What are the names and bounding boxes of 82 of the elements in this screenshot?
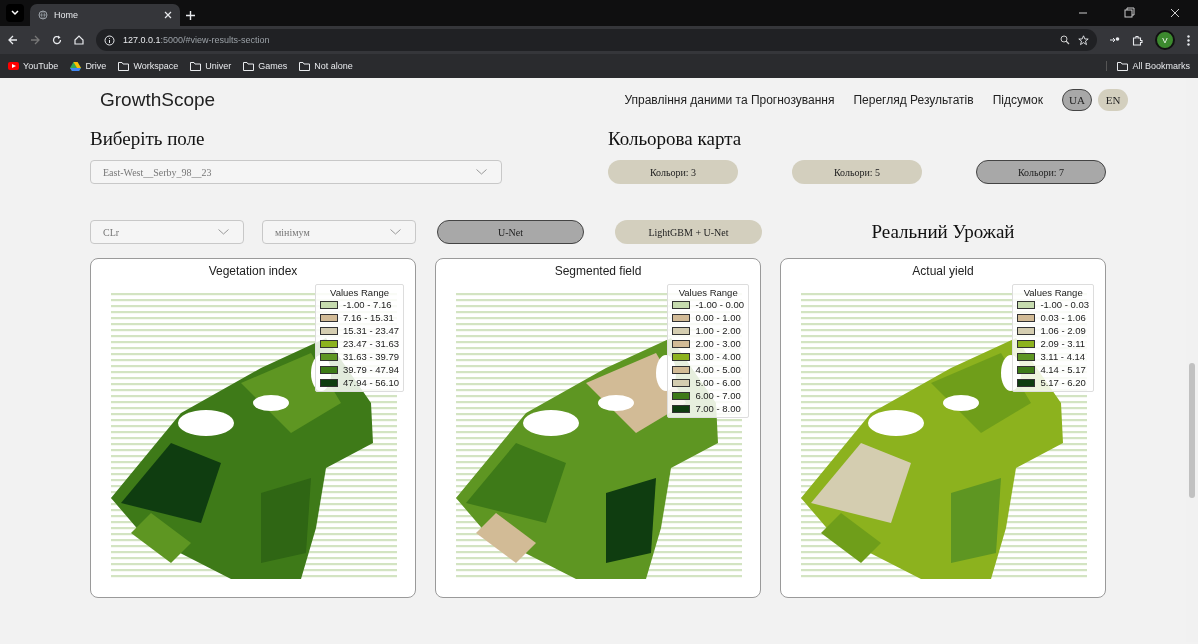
globe-icon — [38, 10, 48, 20]
back-arrow-icon[interactable] — [8, 35, 18, 45]
nav-link[interactable]: Перегляд Результатів — [853, 93, 974, 107]
legend-label: 1.06 - 2.09 — [1040, 324, 1086, 337]
info-icon — [104, 34, 115, 46]
index-dropdown[interactable]: CLr — [90, 220, 244, 244]
section-heading: Реальний Урожай — [870, 221, 1016, 243]
puzzle-icon[interactable] — [1132, 34, 1143, 46]
legend-label: -1.00 - 0.00 — [695, 298, 744, 311]
bookmark-link[interactable]: Not alone — [299, 61, 353, 71]
model-button[interactable]: U-Net — [437, 220, 584, 244]
folder-icon — [1117, 61, 1129, 71]
tab-search-button[interactable] — [6, 4, 24, 22]
brand-name: GrowthScope — [100, 89, 216, 111]
legend-label: 7.00 - 8.00 — [695, 402, 741, 415]
legend-label: 7.16 - 15.31 — [343, 311, 394, 324]
legend-label: 1.00 - 2.00 — [695, 324, 741, 337]
language-button[interactable]: UA — [1062, 89, 1092, 111]
legend-title: Values Range — [1022, 287, 1084, 298]
nav-link[interactable]: Підсумок — [992, 93, 1043, 107]
section-heading: Виберіть поле — [90, 128, 206, 150]
url-text: 127.0.0.1:5000/#view-results-section — [123, 35, 270, 45]
section-heading: Кольорова карта — [608, 128, 743, 150]
legend-label: 3.00 - 4.00 — [695, 350, 741, 363]
star-icon[interactable] — [1078, 34, 1089, 46]
folder-icon — [118, 61, 130, 71]
chevron-down-icon — [218, 229, 229, 235]
bookmark-link[interactable]: Games — [243, 61, 288, 71]
legend-label: 2.00 - 3.00 — [695, 337, 741, 350]
color-count-button[interactable]: Кольори: 5 — [792, 160, 922, 184]
all-bookmarks-link[interactable]: All Bookmarks — [1106, 61, 1190, 71]
legend-label: 5.00 - 6.00 — [695, 376, 741, 389]
new-tab-icon[interactable] — [186, 11, 195, 20]
legend-label: 4.00 - 5.00 — [695, 363, 741, 376]
folder-icon — [243, 61, 255, 71]
legend-title: Values Range — [329, 287, 390, 298]
zoom-icon[interactable] — [1060, 35, 1070, 45]
triangle-logo-icon — [70, 61, 82, 71]
legend-label: -1.00 - 0.03 — [1040, 298, 1089, 311]
reload-icon[interactable] — [52, 35, 62, 45]
chevron-down-icon — [476, 169, 487, 175]
home-icon[interactable] — [74, 35, 84, 45]
legend-label: 0.03 - 1.06 — [1040, 311, 1086, 324]
legend-label: 0.00 - 1.00 — [695, 311, 741, 324]
video-logo-icon — [8, 62, 19, 70]
language-button[interactable]: EN — [1098, 89, 1128, 111]
extension-arrow-icon[interactable] — [1109, 35, 1120, 45]
address-bar[interactable]: 127.0.0.1:5000/#view-results-section — [96, 29, 1097, 51]
card-title: Vegetation index — [207, 264, 299, 278]
color-count-button[interactable]: Кольори: 3 — [608, 160, 738, 184]
legend-label: 39.79 - 47.94 — [343, 363, 399, 376]
aggregation-dropdown[interactable]: мінімум — [262, 220, 416, 244]
folder-icon — [299, 61, 311, 71]
legend-title: Values Range — [677, 287, 739, 298]
model-button[interactable]: LightGBM + U-Net — [615, 220, 762, 244]
chevron-down-icon — [11, 10, 19, 16]
bookmark-link[interactable]: Univer — [190, 61, 232, 71]
folder-icon — [190, 61, 202, 71]
forward-arrow-icon[interactable] — [30, 35, 40, 45]
bookmark-link[interactable]: YouTube — [8, 61, 59, 71]
legend-label: 47.94 - 56.10 — [343, 376, 399, 389]
legend-label: 5.17 - 6.20 — [1040, 376, 1086, 389]
close-icon[interactable] — [164, 11, 172, 19]
bookmark-link[interactable]: Workspace — [118, 61, 179, 71]
legend-label: 4.14 - 5.17 — [1040, 363, 1086, 376]
legend-label: 2.09 - 3.11 — [1040, 337, 1086, 350]
nav-link[interactable]: Управління даними та Прогнозування — [624, 93, 835, 107]
card-title: Segmented field — [553, 264, 643, 278]
legend-label: 6.00 - 7.00 — [695, 389, 741, 402]
legend-label: 23.47 - 31.63 — [343, 337, 399, 350]
legend-label: -1.00 - 7.16 — [343, 298, 392, 311]
legend-label: 15.31 - 23.47 — [343, 324, 399, 337]
profile-avatar[interactable]: V — [1155, 30, 1175, 50]
browser-tab[interactable]: Home — [30, 4, 180, 26]
chevron-down-icon — [390, 229, 401, 235]
legend-label: 3.11 - 4.14 — [1040, 350, 1086, 363]
card-title: Actual yield — [911, 264, 975, 278]
field-dropdown[interactable]: East-West__Serby_98__23 — [90, 160, 502, 184]
bookmark-link[interactable]: Drive — [70, 61, 107, 71]
legend-label: 31.63 - 39.79 — [343, 350, 399, 363]
color-count-button[interactable]: Кольори: 7 — [976, 160, 1106, 184]
more-menu-icon[interactable] — [1187, 34, 1190, 46]
